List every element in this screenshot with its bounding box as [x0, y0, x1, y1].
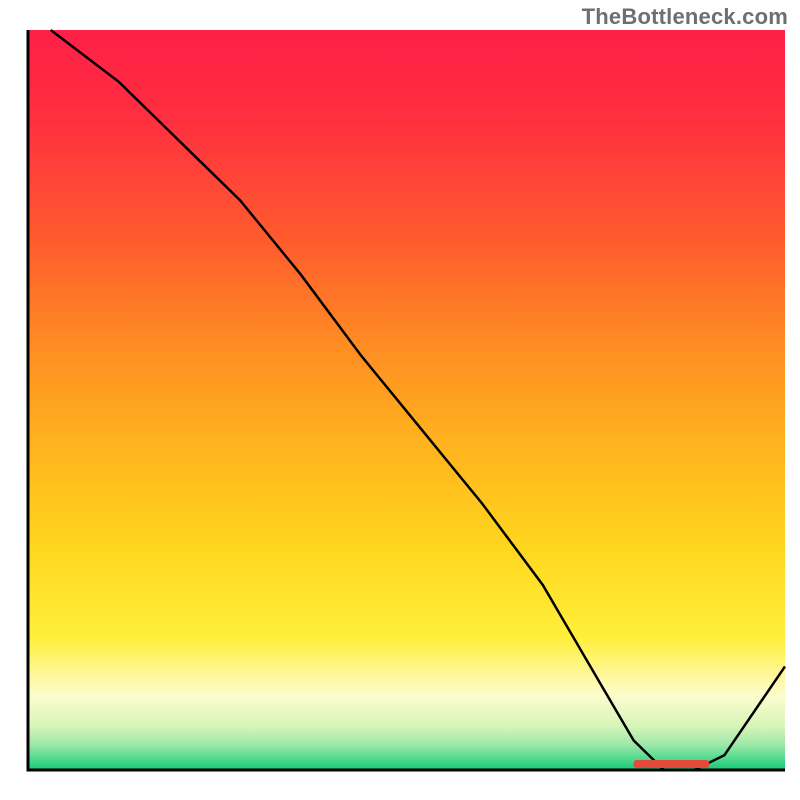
chart-container: TheBottleneck.com: [0, 0, 800, 800]
plot-svg: [0, 0, 800, 800]
minimum-marker: [634, 760, 710, 768]
gradient-background: [28, 30, 785, 770]
